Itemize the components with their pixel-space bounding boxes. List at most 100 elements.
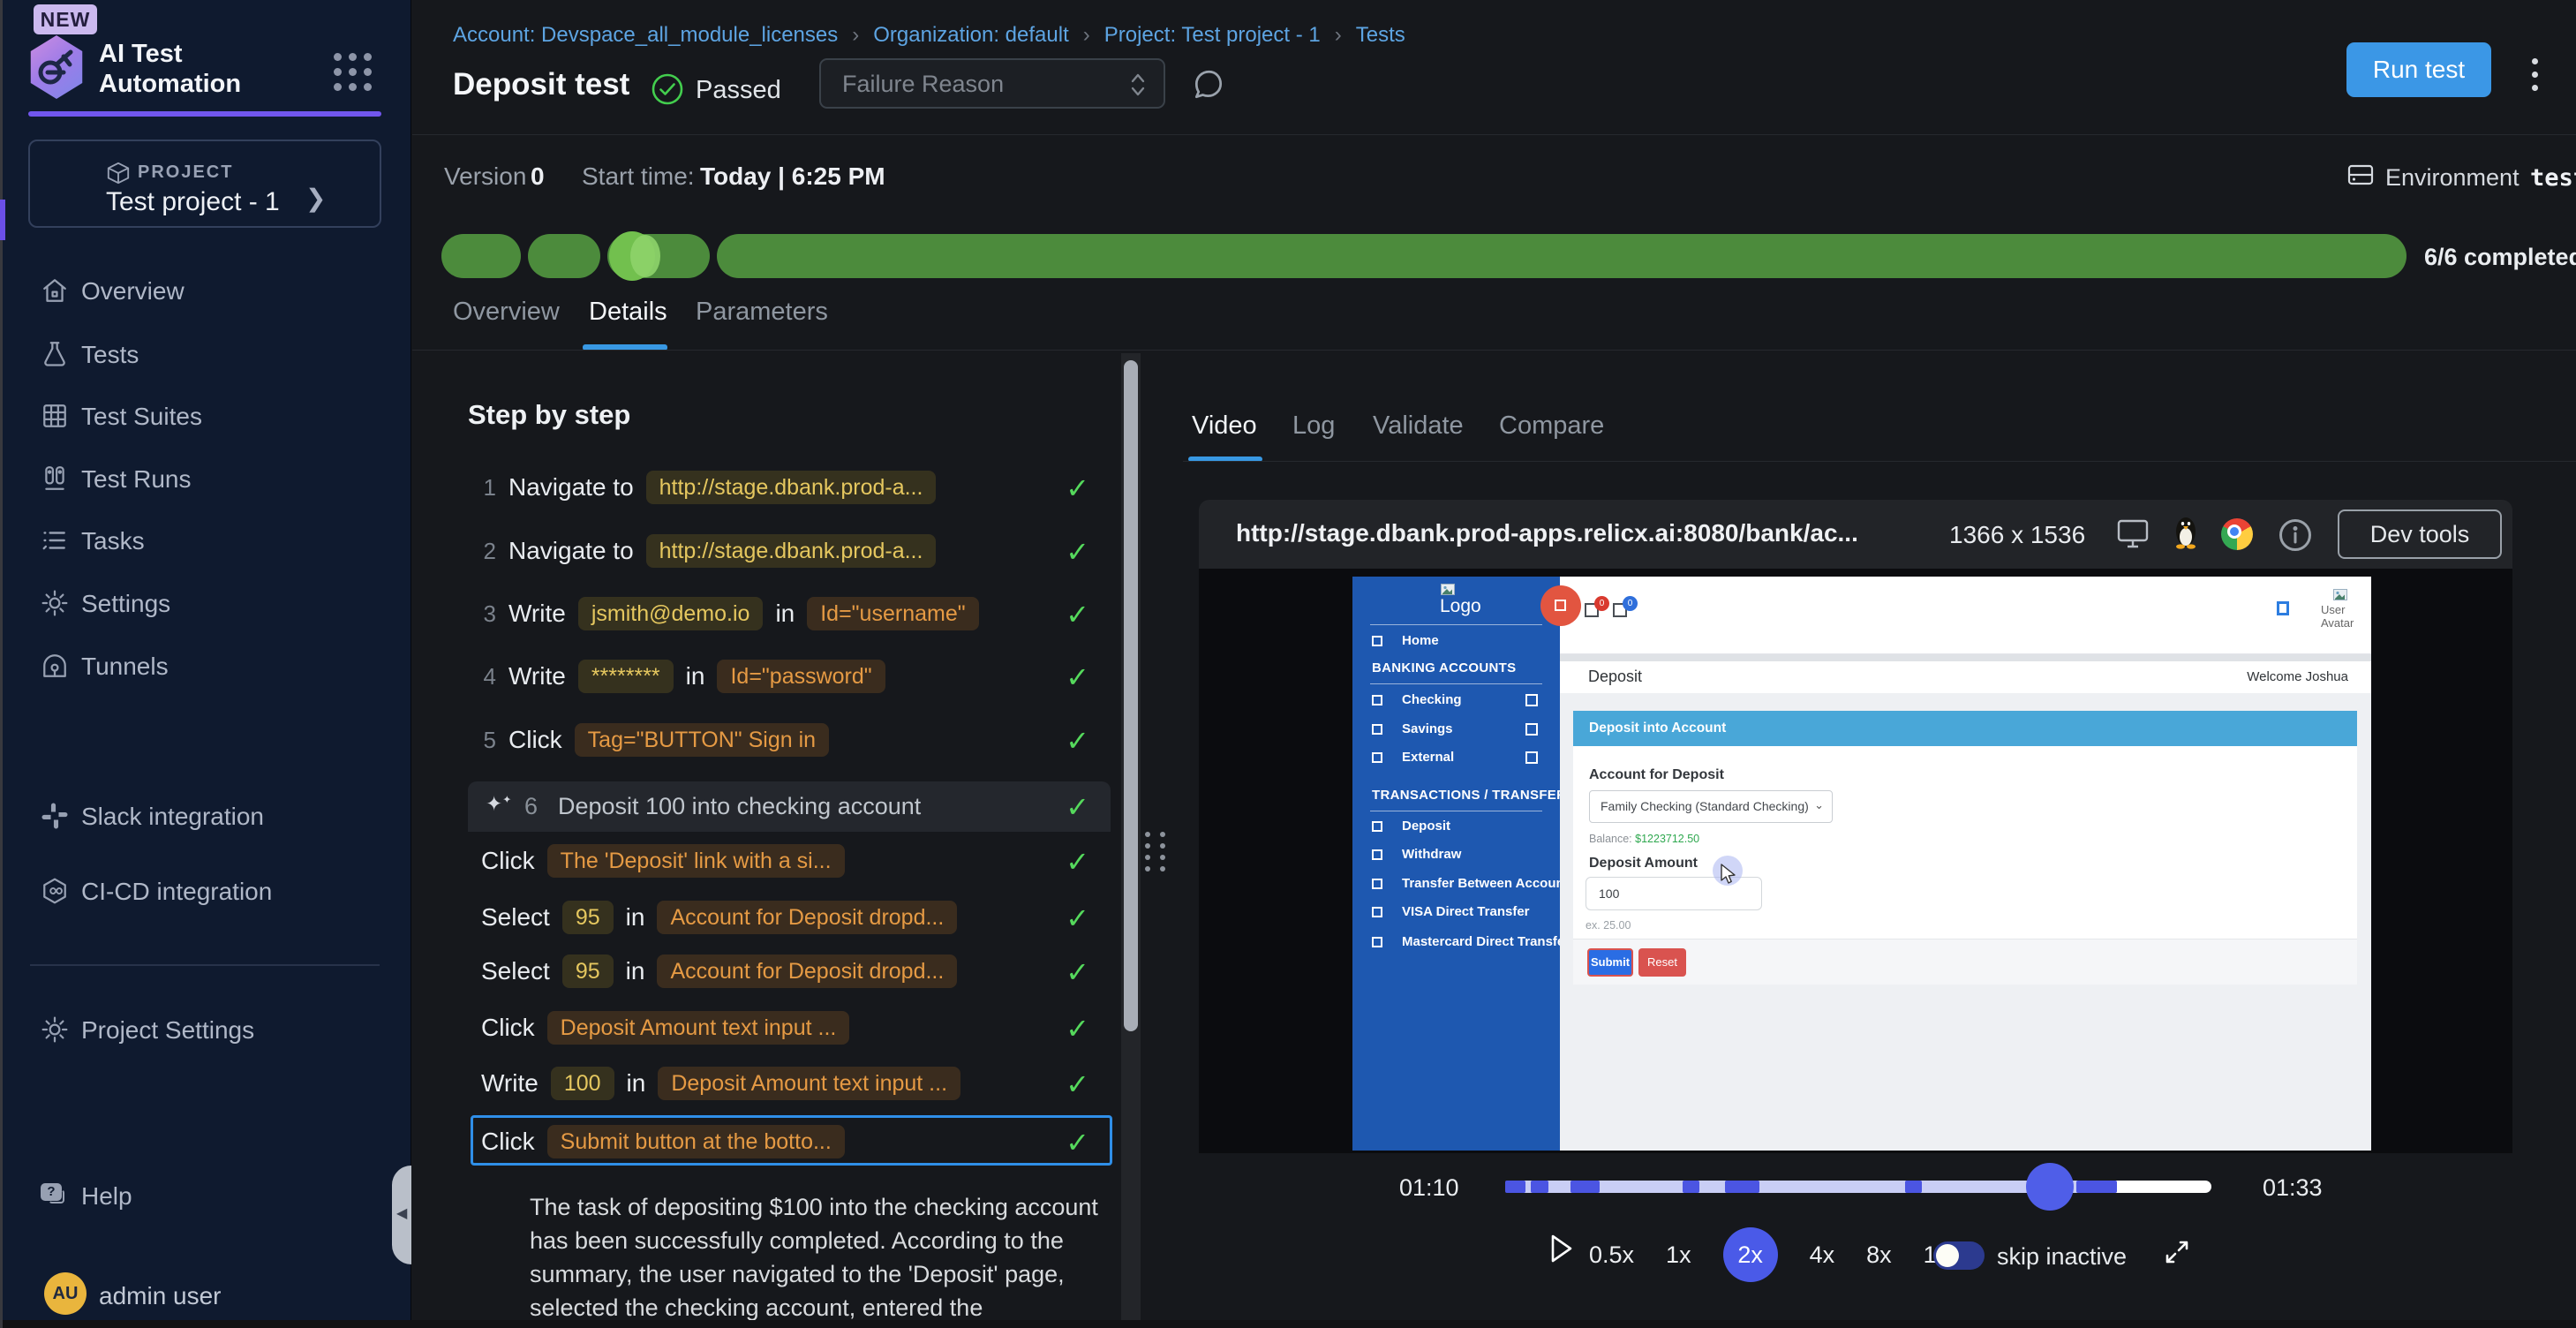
breadcrumb-item[interactable]: Account: Devspace_all_module_licenses xyxy=(453,23,838,48)
bank-nav-visa-direct-transfer[interactable]: VISA Direct Transfer xyxy=(1352,902,1560,925)
substep-row[interactable]: ClickDeposit Amount text input ...✓ xyxy=(481,1008,1111,1047)
sidebar-collapse-handle[interactable]: ◀ xyxy=(392,1166,411,1264)
app-logo-icon[interactable] xyxy=(26,35,87,99)
bank-user-avatar-broken[interactable]: User Avatar xyxy=(2321,589,2361,644)
panel-resize-grip[interactable] xyxy=(1145,832,1168,872)
bank-logo-text[interactable]: Logo xyxy=(1440,596,1481,617)
bank-nav-deposit[interactable]: Deposit xyxy=(1352,817,1560,840)
bank-notification-icon[interactable]: 0 xyxy=(1585,603,1599,617)
bank-nav-withdraw[interactable]: Withdraw xyxy=(1352,845,1560,868)
record-indicator-icon[interactable] xyxy=(1540,585,1581,626)
speed-button-1x[interactable]: 1x xyxy=(1666,1241,1691,1269)
tab-log[interactable]: Log xyxy=(1292,411,1335,441)
speed-button-4x[interactable]: 4x xyxy=(1810,1241,1835,1269)
sidebar-item-overview[interactable]: Overview xyxy=(0,272,411,311)
bottom-edge xyxy=(0,1320,2576,1328)
sidebar-item-slack-integration[interactable]: Slack integration xyxy=(0,797,411,836)
speed-button-2x[interactable]: 2x xyxy=(1723,1227,1778,1282)
dev-tools-button[interactable]: Dev tools xyxy=(2338,509,2502,559)
check-icon: ✓ xyxy=(1066,1012,1089,1045)
video-seek-track[interactable] xyxy=(1505,1181,2211,1193)
steps-scrollbar-thumb[interactable] xyxy=(1124,360,1138,1031)
project-eyebrow: PROJECT xyxy=(138,162,233,183)
tab-validate[interactable]: Validate xyxy=(1373,411,1464,441)
play-icon[interactable] xyxy=(1547,1231,1575,1271)
bank-message-icon[interactable]: 0 xyxy=(1613,603,1627,617)
sidebar-item-label: Project Settings xyxy=(81,1016,254,1045)
progress-segment[interactable] xyxy=(441,234,521,278)
substep-row[interactable]: Select95inAccount for Deposit dropd...✓ xyxy=(481,952,1111,991)
apps-grid-icon[interactable] xyxy=(334,53,373,93)
project-name: Test project - 1 xyxy=(106,187,280,217)
bank-nav-home[interactable]: Home xyxy=(1352,631,1560,654)
video-segment-marker xyxy=(1570,1181,1600,1193)
sidebar-item-help[interactable]: ?Help xyxy=(0,1177,411,1216)
version-value: 0 xyxy=(531,162,545,191)
sidebar-item-tunnels[interactable]: Tunnels xyxy=(0,647,411,686)
project-selector[interactable]: PROJECT Test project - 1 ❯ xyxy=(28,140,381,228)
breadcrumb-item[interactable]: Tests xyxy=(1356,23,1405,48)
checkbox-icon xyxy=(1372,724,1382,735)
tab-details[interactable]: Details xyxy=(589,298,667,327)
app-root: NEW AI Test Automation PROJECT Test proj… xyxy=(0,0,2576,1328)
bank-nav-savings[interactable]: Savings xyxy=(1352,720,1560,743)
skip-inactive-toggle[interactable] xyxy=(1933,1241,1985,1270)
step-row[interactable]: 2Navigate tohttp://stage.dbank.prod-a...… xyxy=(475,532,1111,570)
app-sidebar: NEW AI Test Automation PROJECT Test proj… xyxy=(0,0,411,1328)
speed-button-8x[interactable]: 8x xyxy=(1866,1241,1892,1269)
run-test-button[interactable]: Run test xyxy=(2346,42,2491,97)
bank-nav-checking[interactable]: Checking xyxy=(1352,690,1560,713)
sidebar-item-tasks[interactable]: Tasks xyxy=(0,522,411,561)
progress-segment[interactable] xyxy=(717,234,2407,278)
status-badge: Passed xyxy=(696,76,781,105)
substep-row[interactable]: Select95inAccount for Deposit dropd...✓ xyxy=(481,898,1111,937)
sidebar-item-label: Tasks xyxy=(81,527,145,555)
seek-handle[interactable] xyxy=(2026,1163,2074,1211)
speed-button-0.5x[interactable]: 0.5x xyxy=(1589,1241,1634,1269)
tab-compare[interactable]: Compare xyxy=(1499,411,1604,441)
step-row[interactable]: 3Writejsmith@demo.ioinId="username"✓ xyxy=(475,594,1111,633)
progress-segment[interactable] xyxy=(528,234,600,278)
sidebar-item-ci-cd-integration[interactable]: CI-CD integration xyxy=(0,872,411,911)
tab-overview[interactable]: Overview xyxy=(453,298,560,327)
total-time: 01:33 xyxy=(2263,1174,2323,1202)
current-time: 01:10 xyxy=(1399,1174,1459,1202)
comment-bubble-icon[interactable] xyxy=(1191,67,1226,107)
substep-row[interactable]: ClickThe 'Deposit' link with a si...✓ xyxy=(481,841,1111,880)
step-row[interactable]: 1Navigate tohttp://stage.dbank.prod-a...… xyxy=(475,468,1111,507)
start-time-label: Start time: xyxy=(582,162,695,191)
step-url-pill: http://stage.dbank.prod-a... xyxy=(646,534,937,568)
reset-button[interactable]: Reset xyxy=(1638,948,1686,977)
fullscreen-icon[interactable] xyxy=(2161,1236,2193,1272)
skip-inactive-label: skip inactive xyxy=(1997,1243,2127,1271)
sidebar-item-test-runs[interactable]: Test Runs xyxy=(0,460,411,499)
sidebar-item-tests[interactable]: Tests xyxy=(0,336,411,374)
step-row[interactable]: 5ClickTag="BUTTON" Sign in✓ xyxy=(475,721,1111,759)
breadcrumb-item[interactable]: Organization: default xyxy=(873,23,1068,48)
bank-nav-mastercard-direct-transfer[interactable]: Mastercard Direct Transfer xyxy=(1352,932,1560,955)
chevron-down-icon: ⌄ xyxy=(1814,798,1824,812)
user-avatar[interactable]: AU xyxy=(44,1272,87,1315)
breadcrumb-item[interactable]: Project: Test project - 1 xyxy=(1104,23,1321,48)
tab-video[interactable]: Video xyxy=(1192,411,1257,441)
step-row[interactable]: 4Write********inId="password"✓ xyxy=(475,657,1111,696)
step-target-pill: Deposit Amount text input ... xyxy=(658,1067,960,1100)
more-options-kebab-icon[interactable] xyxy=(2532,51,2541,98)
info-icon[interactable] xyxy=(2278,517,2313,557)
substep-row[interactable]: Write100inDeposit Amount text input ...✓ xyxy=(481,1064,1111,1103)
video-frame-bank-app: Logo HomeBANKING ACCOUNTSCheckingSavings… xyxy=(1352,577,2371,1151)
submit-button[interactable]: Submit xyxy=(1587,948,1633,977)
bank-nav-transfer-between-accounts[interactable]: Transfer Between Accounts xyxy=(1352,874,1560,897)
sidebar-item-test-suites[interactable]: Test Suites xyxy=(0,397,411,436)
step-group-header[interactable]: ✦✦ 6 Deposit 100 into checking account ✓ xyxy=(468,781,1111,832)
new-badge: NEW xyxy=(34,4,97,34)
step-action: Click xyxy=(481,1014,535,1042)
sidebar-item-settings[interactable]: Settings xyxy=(0,585,411,623)
sidebar-item-project-settings[interactable]: Project Settings xyxy=(0,1011,411,1050)
account-select[interactable]: Family Checking (Standard Checking) ⌄ xyxy=(1589,790,1833,823)
tab-parameters[interactable]: Parameters xyxy=(696,298,828,327)
bank-menu-icon[interactable] xyxy=(2277,601,2289,615)
list-icon xyxy=(41,526,69,555)
failure-reason-select[interactable]: Failure Reason xyxy=(819,58,1165,109)
bank-nav-external[interactable]: External xyxy=(1352,748,1560,771)
